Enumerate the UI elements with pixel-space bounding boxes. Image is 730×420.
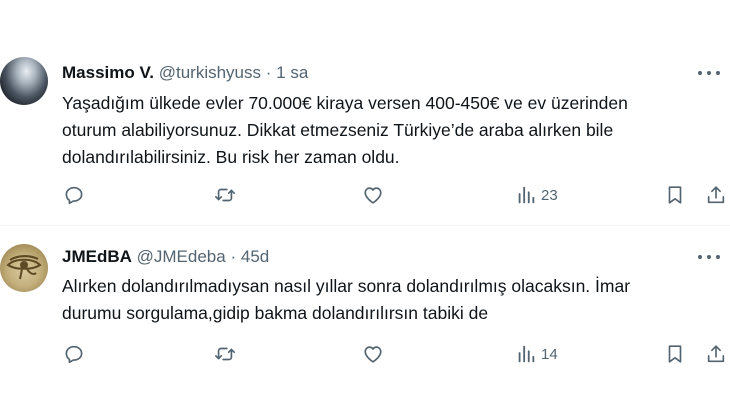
- tweet-header: Massimo V. @turkishyuss · 1 sa: [62, 62, 308, 84]
- views-chart-icon: [518, 186, 535, 204]
- more-options-icon[interactable]: [698, 66, 720, 80]
- tweet-text: Alırken dolandırılmadıysan nasıl yıllar …: [62, 276, 631, 323]
- bookmark-icon: [668, 186, 682, 204]
- views-count: 23: [541, 186, 558, 204]
- tweet[interactable]: Massimo V. @turkishyuss · 1 sa Yaşadığım…: [0, 0, 730, 226]
- reply-button[interactable]: [63, 183, 85, 207]
- reply-button[interactable]: [63, 342, 85, 366]
- eye-of-horus-icon: [6, 255, 42, 280]
- reply-icon: [65, 345, 83, 364]
- views-count: 14: [541, 345, 558, 363]
- share-icon: [707, 186, 725, 204]
- handle[interactable]: @turkishyuss: [159, 63, 261, 82]
- display-name[interactable]: JMEdBA: [62, 247, 132, 266]
- separator: ·: [230, 247, 237, 266]
- avatar[interactable]: [0, 244, 48, 292]
- tweet-header: JMEdBA @JMEdeba · 45d: [62, 246, 269, 268]
- retweet-icon: [215, 188, 235, 202]
- like-button[interactable]: [362, 183, 384, 207]
- avatar[interactable]: [0, 57, 48, 105]
- action-bar: 14: [0, 342, 730, 366]
- reply-icon: [65, 186, 83, 205]
- separator: ·: [265, 63, 272, 82]
- timestamp[interactable]: 45d: [241, 247, 269, 266]
- bookmark-button[interactable]: [664, 183, 686, 207]
- bookmark-button[interactable]: [664, 342, 686, 366]
- share-button[interactable]: [705, 342, 727, 366]
- share-button[interactable]: [705, 183, 727, 207]
- timestamp[interactable]: 1 sa: [276, 63, 308, 82]
- handle[interactable]: @JMEdeba: [137, 247, 226, 266]
- more-options-icon[interactable]: [698, 250, 720, 264]
- views-button[interactable]: 14: [515, 342, 558, 366]
- like-button[interactable]: [362, 342, 384, 366]
- retweet-button[interactable]: [214, 342, 236, 366]
- views-chart-icon: [518, 345, 535, 363]
- tweet-text: Yaşadığım ülkede evler 70.000€ kiraya ve…: [62, 93, 628, 167]
- display-name[interactable]: Massimo V.: [62, 63, 154, 82]
- bookmark-icon: [668, 345, 682, 363]
- views-button[interactable]: 23: [515, 183, 558, 207]
- tweet[interactable]: JMEdBA @JMEdeba · 45d Alırken dolandırıl…: [0, 226, 730, 420]
- heart-icon: [364, 187, 382, 204]
- heart-icon: [364, 346, 382, 363]
- retweet-icon: [215, 347, 235, 361]
- retweet-button[interactable]: [214, 183, 236, 207]
- action-bar: 23: [0, 183, 730, 207]
- share-icon: [707, 345, 725, 363]
